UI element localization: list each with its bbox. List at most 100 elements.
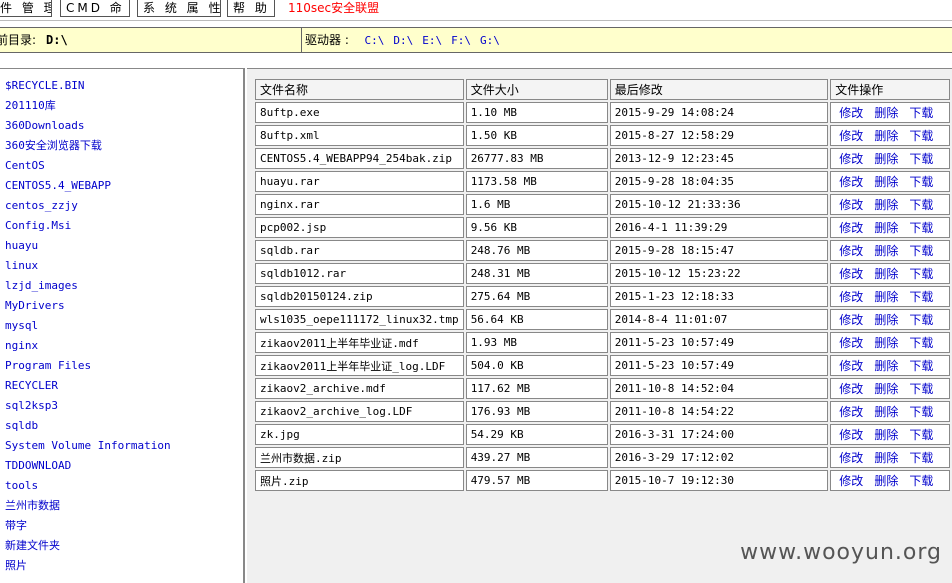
file-name-cell[interactable]: sqldb.rar [255, 240, 464, 261]
sidebar-dir-item[interactable]: 带字 [5, 517, 27, 535]
sidebar-dir-item[interactable]: 201110库 [5, 97, 56, 115]
edit-link[interactable]: 修改 [839, 382, 863, 396]
file-name-cell[interactable]: CENTOS5.4_WEBAPP94_254bak.zip [255, 148, 464, 169]
download-link[interactable]: 下载 [909, 451, 933, 465]
sidebar-dir-item[interactable]: CENTOS5.4_WEBAPP [5, 177, 111, 195]
sidebar-dir-item[interactable]: 360Downloads [5, 117, 84, 135]
download-link[interactable]: 下载 [909, 152, 933, 166]
sidebar-dir-item[interactable]: sqldb [5, 417, 38, 435]
delete-link[interactable]: 删除 [874, 290, 898, 304]
delete-link[interactable]: 删除 [874, 428, 898, 442]
file-name-cell[interactable]: zk.jpg [255, 424, 464, 445]
sidebar-dir-item[interactable]: tools [5, 477, 38, 495]
sidebar-dir-item[interactable]: nginx [5, 337, 38, 355]
download-link[interactable]: 下载 [909, 336, 933, 350]
file-name-cell[interactable]: zikaov2_archive.mdf [255, 378, 464, 399]
menu-help[interactable]: 帮 助 [227, 0, 275, 17]
sidebar-dir-item[interactable]: huayu [5, 237, 38, 255]
download-link[interactable]: 下载 [909, 405, 933, 419]
drive-link[interactable]: C:\ [364, 34, 384, 47]
edit-link[interactable]: 修改 [839, 175, 863, 189]
delete-link[interactable]: 删除 [874, 451, 898, 465]
edit-link[interactable]: 修改 [839, 313, 863, 327]
sidebar-dir-item[interactable]: CentOS [5, 157, 45, 175]
edit-link[interactable]: 修改 [839, 290, 863, 304]
edit-link[interactable]: 修改 [839, 129, 863, 143]
download-link[interactable]: 下载 [909, 359, 933, 373]
file-name-cell[interactable]: nginx.rar [255, 194, 464, 215]
delete-link[interactable]: 删除 [874, 221, 898, 235]
delete-link[interactable]: 删除 [874, 359, 898, 373]
download-link[interactable]: 下载 [909, 474, 933, 488]
file-name-cell[interactable]: zikaov2011上半年毕业证.mdf [255, 332, 464, 353]
drive-link[interactable]: G:\ [480, 34, 500, 47]
edit-link[interactable]: 修改 [839, 244, 863, 258]
sidebar-dir-item[interactable]: mysql [5, 317, 38, 335]
sidebar-dir-item[interactable]: 360安全浏览器下载 [5, 137, 102, 155]
sidebar-dir-item[interactable]: 照片 [5, 557, 27, 575]
edit-link[interactable]: 修改 [839, 336, 863, 350]
download-link[interactable]: 下载 [909, 129, 933, 143]
download-link[interactable]: 下载 [909, 175, 933, 189]
edit-link[interactable]: 修改 [839, 221, 863, 235]
sidebar-dir-item[interactable]: System Volume Information [5, 437, 171, 455]
sidebar-dir-item[interactable]: Config.Msi [5, 217, 71, 235]
delete-link[interactable]: 删除 [874, 175, 898, 189]
download-link[interactable]: 下载 [909, 244, 933, 258]
download-link[interactable]: 下载 [909, 198, 933, 212]
edit-link[interactable]: 修改 [839, 405, 863, 419]
file-name-cell[interactable]: 兰州市数据.zip [255, 447, 464, 468]
drive-link[interactable]: D:\ [393, 34, 413, 47]
sidebar-dir-item[interactable]: MyDrivers [5, 297, 65, 315]
delete-link[interactable]: 删除 [874, 152, 898, 166]
file-name-cell[interactable]: wls1035_oepe111172_linux32.tmp [255, 309, 464, 330]
sidebar-dir-item[interactable]: 兰州市数据 [5, 497, 60, 515]
drive-link[interactable]: E:\ [422, 34, 442, 47]
delete-link[interactable]: 删除 [874, 382, 898, 396]
file-name-cell[interactable]: zikaov2_archive_log.LDF [255, 401, 464, 422]
edit-link[interactable]: 修改 [839, 474, 863, 488]
file-name-cell[interactable]: pcp002.jsp [255, 217, 464, 238]
delete-link[interactable]: 删除 [874, 336, 898, 350]
menu-system-properties[interactable]: 系 统 属 性 [137, 0, 221, 17]
file-name-cell[interactable]: 8uftp.exe [255, 102, 464, 123]
sidebar-dir-item[interactable]: $RECYCLE.BIN [5, 77, 84, 95]
delete-link[interactable]: 删除 [874, 313, 898, 327]
edit-link[interactable]: 修改 [839, 152, 863, 166]
edit-link[interactable]: 修改 [839, 198, 863, 212]
file-name-cell[interactable]: sqldb1012.rar [255, 263, 464, 284]
download-link[interactable]: 下载 [909, 290, 933, 304]
download-link[interactable]: 下载 [909, 106, 933, 120]
delete-link[interactable]: 删除 [874, 244, 898, 258]
download-link[interactable]: 下载 [909, 313, 933, 327]
edit-link[interactable]: 修改 [839, 359, 863, 373]
edit-link[interactable]: 修改 [839, 267, 863, 281]
delete-link[interactable]: 删除 [874, 405, 898, 419]
download-link[interactable]: 下载 [909, 382, 933, 396]
delete-link[interactable]: 删除 [874, 106, 898, 120]
sidebar-dir-item[interactable]: Program Files [5, 357, 91, 375]
file-name-cell[interactable]: 照片.zip [255, 470, 464, 491]
download-link[interactable]: 下载 [909, 428, 933, 442]
sidebar-dir-item[interactable]: 新建文件夹 [5, 537, 60, 555]
sidebar-dir-item[interactable]: linux [5, 257, 38, 275]
file-name-cell[interactable]: 8uftp.xml [255, 125, 464, 146]
delete-link[interactable]: 删除 [874, 129, 898, 143]
file-name-cell[interactable]: sqldb20150124.zip [255, 286, 464, 307]
edit-link[interactable]: 修改 [839, 428, 863, 442]
download-link[interactable]: 下载 [909, 267, 933, 281]
sidebar-dir-item[interactable]: RECYCLER [5, 377, 58, 395]
download-link[interactable]: 下载 [909, 221, 933, 235]
sidebar-dir-item[interactable]: sql2ksp3 [5, 397, 58, 415]
menu-file-manager[interactable]: 件 管 理 [0, 0, 52, 17]
menu-cmd[interactable]: CMD 命 令 [60, 0, 130, 17]
file-name-cell[interactable]: zikaov2011上半年毕业证_log.LDF [255, 355, 464, 376]
sidebar-dir-item[interactable]: lzjd_images [5, 277, 78, 295]
sidebar-dir-item[interactable]: centos_zzjy [5, 197, 78, 215]
delete-link[interactable]: 删除 [874, 198, 898, 212]
file-name-cell[interactable]: huayu.rar [255, 171, 464, 192]
sidebar-dir-item[interactable]: TDDOWNLOAD [5, 457, 71, 475]
delete-link[interactable]: 删除 [874, 474, 898, 488]
drive-link[interactable]: F:\ [451, 34, 471, 47]
edit-link[interactable]: 修改 [839, 451, 863, 465]
